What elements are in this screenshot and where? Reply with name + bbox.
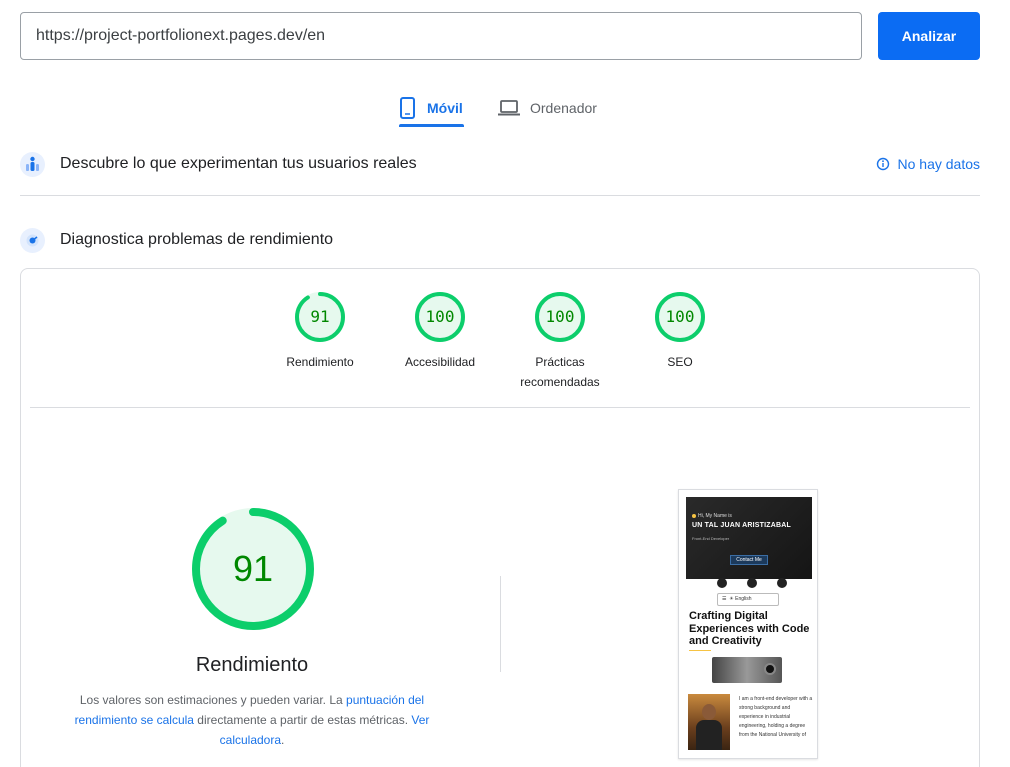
field-data-section: Descubre lo que experimentan tus usuario… [20,150,980,178]
url-input[interactable] [20,12,862,60]
preview-contact-button: Contact Me [730,555,768,565]
score-value: 100 [665,307,695,326]
field-data-title: Descubre lo que experimentan tus usuario… [60,155,417,172]
performance-description: Los valores son estimaciones y pueden va… [62,690,442,750]
desc-text: Los valores son estimaciones y pueden va… [79,693,347,707]
preview-bio: I am a front-end developer with a strong… [739,696,813,738]
score-gauge-accessibility[interactable]: 100 Accesibilidad [380,292,500,372]
lab-data-section: Diagnostica problemas de rendimiento [20,226,980,254]
score-gauge-performance[interactable]: 91 Rendimiento [260,292,380,372]
performance-score: 91 [232,548,274,589]
preview-portrait [688,694,730,750]
score-gauge-best-practices[interactable]: 100 Prácticas recomendadas [500,292,620,392]
desc-text: . [281,733,285,747]
no-data-link[interactable]: No hay datos [876,156,981,172]
section-divider [20,195,980,196]
score-gauge-seo[interactable]: 100 SEO [620,292,740,372]
info-icon [876,157,889,171]
github-icon [717,578,727,588]
active-tab-indicator [399,124,464,127]
preview-camera-image [712,657,782,683]
tab-mobile-label: Móvil [427,100,463,116]
score-label: Prácticas recomendadas [520,355,600,389]
performance-gauge: 91 [192,508,314,630]
users-icon [20,151,45,177]
page-screenshot: Hi, My Name is UN TAL JUAN ARISTIZABAL F… [678,489,818,759]
gauge-icon [20,227,45,253]
score-label: Rendimiento [286,355,354,369]
linkedin-icon [747,578,757,588]
preview-headline: Crafting Digital Experiences with Code a… [689,610,810,647]
preview-name: UN TAL JUAN ARISTIZABAL [692,522,791,529]
card-divider [30,407,970,408]
tab-mobile[interactable]: Móvil [399,88,463,128]
score-value: 91 [310,307,330,326]
laptop-icon [498,100,520,116]
tab-desktop-label: Ordenador [530,100,597,116]
desc-text: directamente a partir de estas métricas. [193,713,412,727]
preview-lang: English [735,596,752,602]
whatsapp-icon [777,578,787,588]
score-value: 100 [425,307,455,326]
preview-greeting: Hi, My Name is [698,513,732,519]
preview-hero: Hi, My Name is UN TAL JUAN ARISTIZABAL F… [686,497,812,579]
preview-role: Front-End Developer [692,536,730,541]
preview-social-icons [717,578,787,588]
lab-data-title: Diagnostica problemas de rendimiento [60,231,334,248]
score-value: 100 [545,307,575,326]
smartphone-icon [400,97,415,119]
analyze-button[interactable]: Analizar [878,12,980,60]
score-label: SEO [667,355,693,369]
preview-nav: ☰ ☀ English [717,593,779,606]
sun-icon [692,514,696,518]
score-label: Accesibilidad [404,355,476,369]
performance-title: Rendimiento [195,654,309,676]
tab-desktop[interactable]: Ordenador [498,88,597,128]
no-data-label: No hay datos [897,156,981,172]
vertical-separator [500,576,501,672]
preview-accent-line [689,650,711,651]
